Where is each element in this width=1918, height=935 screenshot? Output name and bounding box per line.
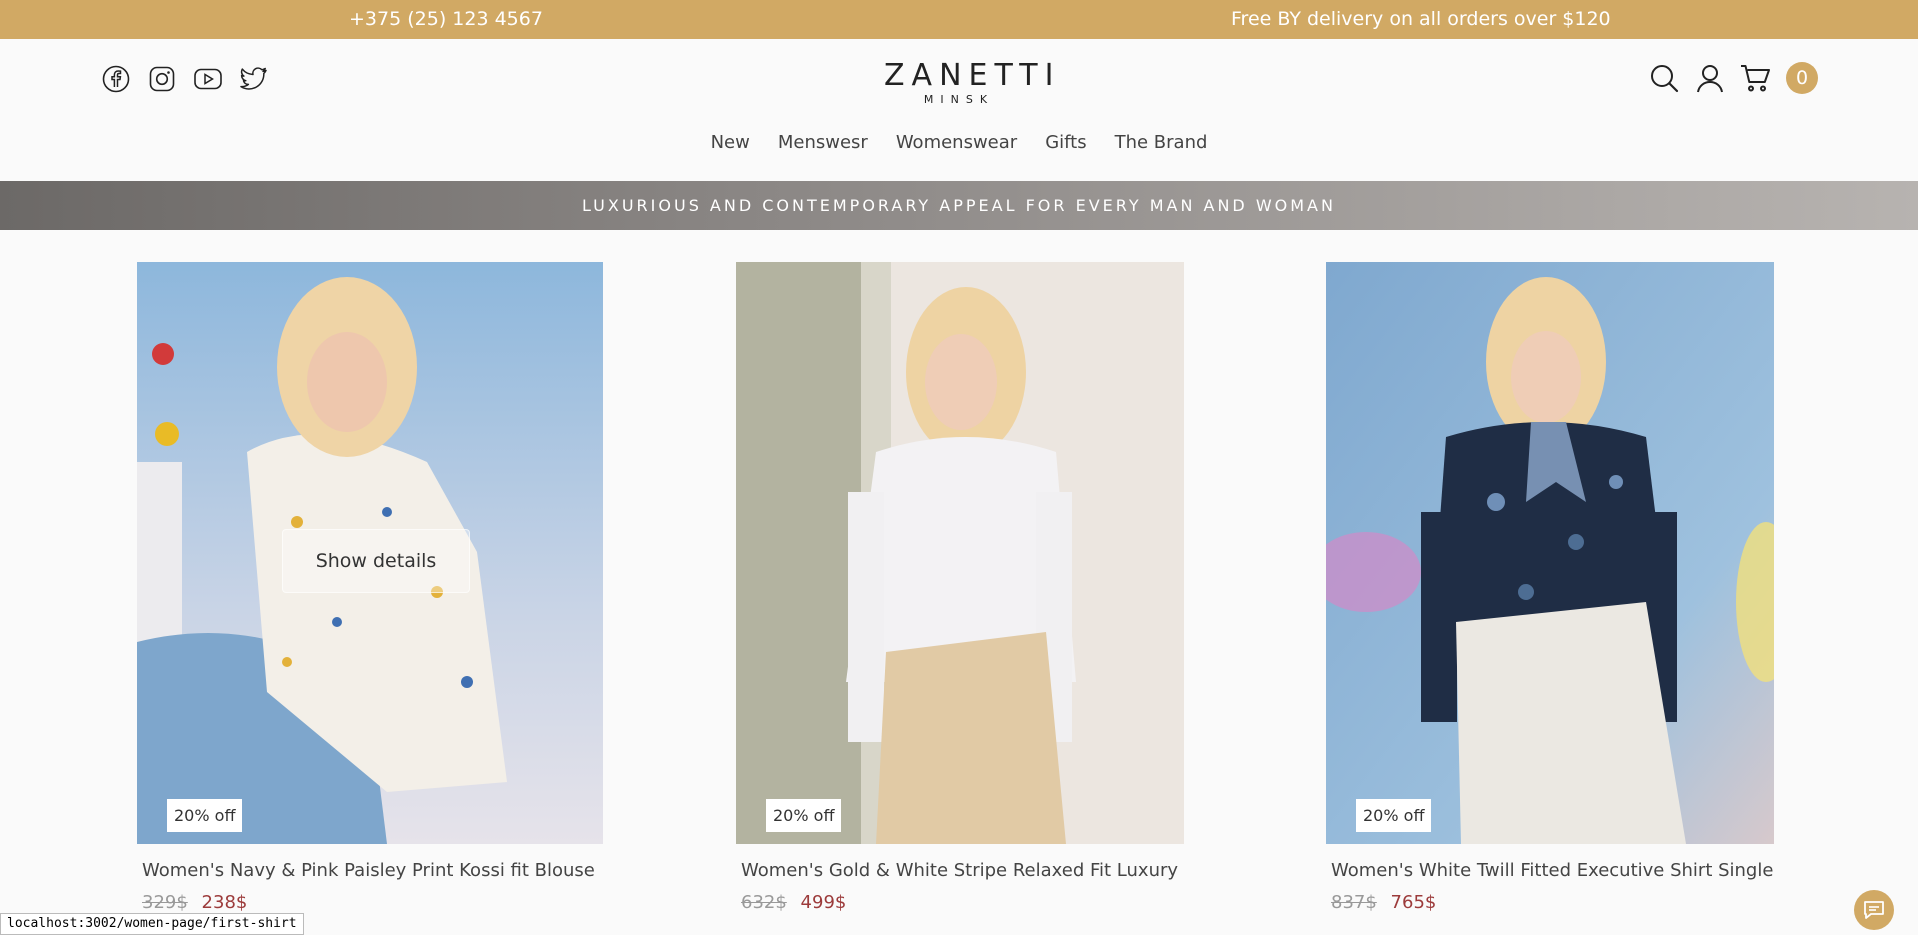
chat-icon [1864, 901, 1884, 919]
youtube-icon[interactable] [192, 63, 224, 95]
social-links [100, 63, 270, 95]
sale-price: 499$ [800, 892, 847, 913]
discount-badge: 20% off [766, 799, 842, 832]
product-title[interactable]: Women's White Twill Fitted Executive Shi… [1331, 860, 1773, 881]
instagram-icon[interactable] [146, 63, 178, 95]
product-title[interactable]: Women's Gold & White Stripe Relaxed Fit … [741, 860, 1178, 881]
logo-city: MINSK [923, 93, 995, 106]
discount-badge: 20% off [167, 799, 243, 832]
discount-badge: 20% off [1356, 799, 1432, 832]
twitter-icon[interactable] [238, 63, 270, 95]
product-prices: 837$ 765$ [1331, 892, 1436, 913]
product-image[interactable]: 20% off [1326, 262, 1774, 844]
delivery-promo: Free BY delivery on all orders over $120 [1231, 8, 1611, 30]
old-price: 837$ [1331, 892, 1377, 913]
nav-item-menswear[interactable]: Menswesr [778, 132, 868, 153]
facebook-icon[interactable] [100, 63, 132, 95]
brand-logo[interactable]: ZANETTI MINSK [884, 58, 1061, 106]
banner-text: LUXURIOUS AND CONTEMPORARY APPEAL FOR EV… [582, 196, 1336, 215]
nav-item-the-brand[interactable]: The Brand [1115, 132, 1208, 153]
cart-count-badge[interactable]: 0 [1786, 62, 1818, 94]
nav-item-new[interactable]: New [711, 132, 750, 153]
show-details-button[interactable]: Show details [282, 529, 470, 593]
promo-banner: LUXURIOUS AND CONTEMPORARY APPEAL FOR EV… [0, 181, 1918, 230]
main-nav: New Menswesr Womenswear Gifts The Brand [0, 132, 1918, 153]
header-actions: 0 [1648, 61, 1818, 95]
old-price: 329$ [142, 892, 188, 913]
sale-price: 765$ [1390, 892, 1437, 913]
product-title[interactable]: Women's Navy & Pink Paisley Print Kossi … [142, 860, 595, 881]
logo-name: ZANETTI [884, 58, 1061, 93]
nav-item-gifts[interactable]: Gifts [1045, 132, 1086, 153]
product-prices: 632$ 499$ [741, 892, 846, 913]
product-image[interactable]: 20% off Show details [137, 262, 603, 844]
phone-number[interactable]: +375 (25) 123 4567 [349, 8, 543, 30]
chat-button[interactable] [1854, 890, 1894, 930]
old-price: 632$ [741, 892, 787, 913]
product-prices: 329$ 238$ [142, 892, 247, 913]
site-header: ZANETTI MINSK 0 New Menswesr Womenswear … [0, 39, 1918, 181]
search-icon[interactable] [1648, 61, 1680, 95]
user-icon[interactable] [1694, 61, 1726, 95]
top-bar: +375 (25) 123 4567 Free BY delivery on a… [0, 0, 1918, 39]
sale-price: 238$ [201, 892, 248, 913]
cart-icon[interactable] [1740, 61, 1772, 95]
product-image[interactable]: 20% off [736, 262, 1184, 844]
status-bar-url: localhost:3002/women-page/first-shirt [0, 913, 304, 935]
nav-item-womenswear[interactable]: Womenswear [896, 132, 1017, 153]
